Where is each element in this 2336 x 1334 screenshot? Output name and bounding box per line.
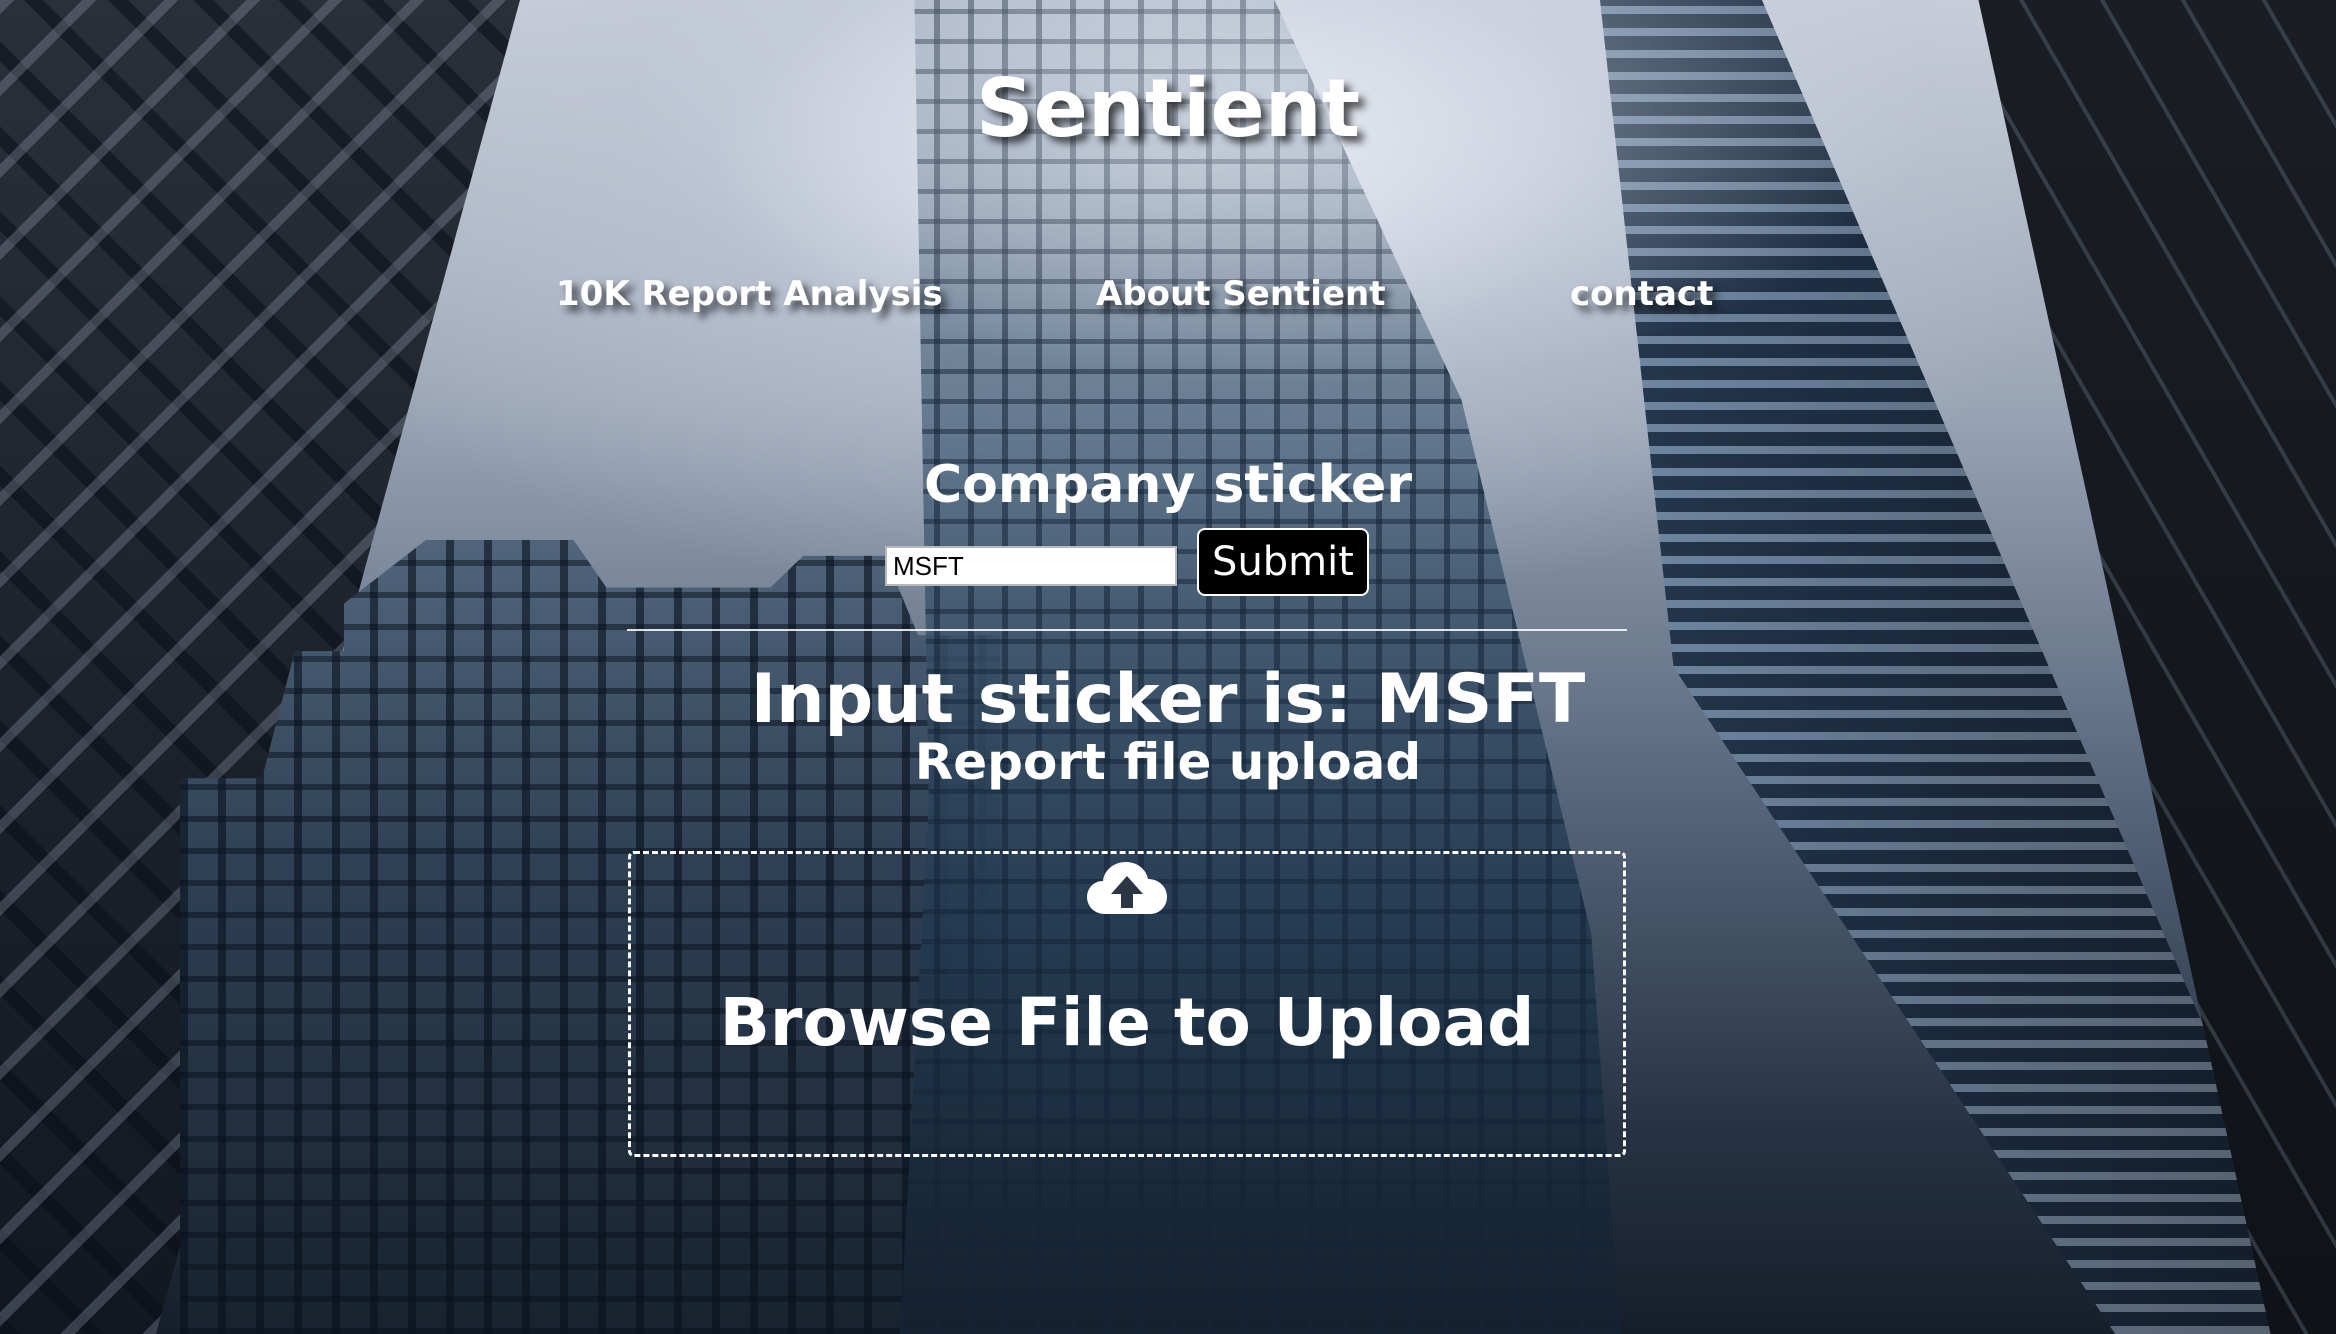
browse-file-label: Browse File to Upload [719, 984, 1535, 1061]
ticker-form: Submit [0, 528, 2336, 598]
ticker-result-text: Input sticker is: MSFT [750, 660, 1586, 739]
site-title: Sentient [976, 62, 1360, 155]
cloud-upload-icon [1085, 858, 1169, 922]
file-upload-dropzone[interactable]: Browse File to Upload [628, 851, 1626, 1157]
nav-link-contact[interactable]: contact [1570, 274, 1713, 314]
main-nav: 10K Report Analysis About Sentient conta… [0, 274, 2336, 324]
ticker-input[interactable] [885, 546, 1177, 586]
section-divider [627, 629, 1627, 631]
nav-link-about-sentient[interactable]: About Sentient [1096, 274, 1385, 314]
nav-link-10k-report-analysis[interactable]: 10K Report Analysis [556, 274, 943, 314]
page-content: Sentient 10K Report Analysis About Senti… [0, 0, 2336, 1334]
company-ticker-label: Company sticker [924, 455, 1412, 515]
submit-button[interactable]: Submit [1197, 528, 1369, 596]
report-upload-heading: Report file upload [914, 733, 1422, 791]
